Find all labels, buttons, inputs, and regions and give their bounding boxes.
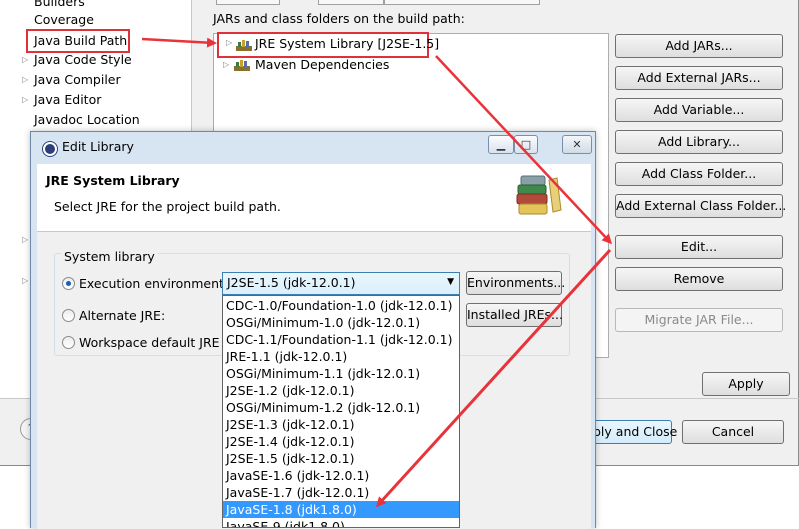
add-external-class-folder-button[interactable]: Add External Class Folder... xyxy=(615,194,786,218)
tree-item-java-compiler[interactable]: Java Compiler xyxy=(34,71,121,89)
dropdown-option[interactable]: OSGi/Minimum-1.2 (jdk-12.0.1) xyxy=(223,399,459,416)
tab-fragment[interactable] xyxy=(216,0,280,5)
radio-execution-environment[interactable] xyxy=(62,277,75,290)
dropdown-option[interactable]: J2SE-1.5 (jdk-12.0.1) xyxy=(223,450,459,467)
header-description: Select JRE for the project build path. xyxy=(54,199,281,214)
expand-arrow-icon[interactable]: ▷ xyxy=(22,71,32,89)
dropdown-option[interactable]: OSGi/Minimum-1.1 (jdk-12.0.1) xyxy=(223,365,459,382)
dropdown-option[interactable]: CDC-1.1/Foundation-1.1 (jdk-12.0.1) xyxy=(223,331,459,348)
add-class-folder-button[interactable]: Add Class Folder... xyxy=(615,162,783,186)
dropdown-option[interactable]: JRE-1.1 (jdk-12.0.1) xyxy=(223,348,459,365)
dialog-header: JRE System Library Select JRE for the pr… xyxy=(37,164,591,232)
build-path-label: JARs and class folders on the build path… xyxy=(213,11,465,26)
dialog-title: Edit Library xyxy=(62,139,134,154)
expand-arrow-icon[interactable]: ▷ xyxy=(22,91,32,109)
cancel-button[interactable]: Cancel xyxy=(682,420,784,444)
tree-item-java-code-style[interactable]: Java Code Style xyxy=(34,51,132,69)
eclipse-icon xyxy=(43,142,57,156)
radio-alternate-jre[interactable] xyxy=(62,309,75,322)
tab-strip xyxy=(216,0,580,5)
dropdown-option[interactable]: OSGi/Minimum-1.0 (jdk-12.0.1) xyxy=(223,314,459,331)
radio-label-alternate-jre: Alternate JRE: xyxy=(79,308,166,323)
tree-item-coverage[interactable]: Coverage xyxy=(34,11,94,29)
tree-item-javadoc-location[interactable]: Javadoc Location xyxy=(34,111,140,129)
tab-fragment[interactable] xyxy=(318,0,384,5)
add-variable-button[interactable]: Add Variable... xyxy=(615,98,783,122)
library-books-icon xyxy=(516,175,562,215)
library-icon xyxy=(234,60,250,71)
environment-dropdown-list[interactable]: CDC-1.0/Foundation-1.0 (jdk-12.0.1) OSGi… xyxy=(222,295,460,528)
radio-workspace-default[interactable] xyxy=(62,336,75,349)
installed-jres-button[interactable]: Installed JREs... xyxy=(466,303,563,327)
add-external-jars-button[interactable]: Add External JARs... xyxy=(615,66,783,90)
remove-button[interactable]: Remove xyxy=(615,267,783,291)
apply-and-close-button[interactable]: ply and Close xyxy=(592,420,677,444)
execution-environment-combo[interactable]: J2SE-1.5 (jdk-12.0.1) ▼ xyxy=(222,272,460,295)
radio-label-execution-environment: Execution environment: xyxy=(79,276,229,291)
chevron-down-icon[interactable]: ▼ xyxy=(447,277,454,287)
migrate-jar-button[interactable]: Migrate JAR File... xyxy=(615,308,783,332)
dropdown-option[interactable]: J2SE-1.2 (jdk-12.0.1) xyxy=(223,382,459,399)
close-icon[interactable]: ✕ xyxy=(562,135,592,154)
library-label: JRE System Library [J2SE-1.5] xyxy=(255,36,440,51)
environments-button[interactable]: Environments... xyxy=(466,271,565,295)
expand-arrow-icon[interactable]: ▷ xyxy=(223,56,229,74)
expand-arrow-icon[interactable]: ▷ xyxy=(22,51,32,69)
apply-button[interactable]: Apply xyxy=(702,372,790,396)
add-jars-button[interactable]: Add JARs... xyxy=(615,34,783,58)
maximize-icon[interactable]: □ xyxy=(514,135,538,154)
header-title: JRE System Library xyxy=(46,173,180,188)
combo-value: J2SE-1.5 (jdk-12.0.1) xyxy=(227,275,356,290)
tree-item-builders[interactable]: Builders xyxy=(34,0,85,11)
dropdown-option[interactable]: JavaSE-1.7 (jdk-12.0.1) xyxy=(223,484,459,501)
radio-label-workspace-default: Workspace default JRE ( xyxy=(79,335,229,350)
tab-fragment[interactable] xyxy=(384,0,540,5)
tree-item-java-editor[interactable]: Java Editor xyxy=(34,91,101,109)
library-label: Maven Dependencies xyxy=(255,57,390,72)
dropdown-option[interactable]: JavaSE-1.6 (jdk-12.0.1) xyxy=(223,467,459,484)
dropdown-option-selected[interactable]: JavaSE-1.8 (jdk1.8.0) xyxy=(223,501,459,518)
minimize-icon[interactable]: ▁ xyxy=(488,135,514,154)
edit-button[interactable]: Edit... xyxy=(615,235,783,259)
tree-item-java-build-path[interactable]: Java Build Path xyxy=(26,29,130,53)
add-library-button[interactable]: Add Library... xyxy=(615,130,783,154)
dropdown-option[interactable]: J2SE-1.4 (jdk-12.0.1) xyxy=(223,433,459,450)
expand-arrow-icon[interactable]: ▷ xyxy=(226,38,232,47)
library-icon xyxy=(236,40,252,51)
dropdown-option[interactable]: CDC-1.0/Foundation-1.0 (jdk-12.0.1) xyxy=(223,297,459,314)
dropdown-option[interactable]: JavaSE-9 (jdk1.8.0) xyxy=(223,518,459,527)
group-label: System library xyxy=(61,249,158,264)
library-row-jre[interactable]: ▷ JRE System Library [J2SE-1.5] xyxy=(217,32,439,58)
dropdown-option[interactable]: J2SE-1.3 (jdk-12.0.1) xyxy=(223,416,459,433)
